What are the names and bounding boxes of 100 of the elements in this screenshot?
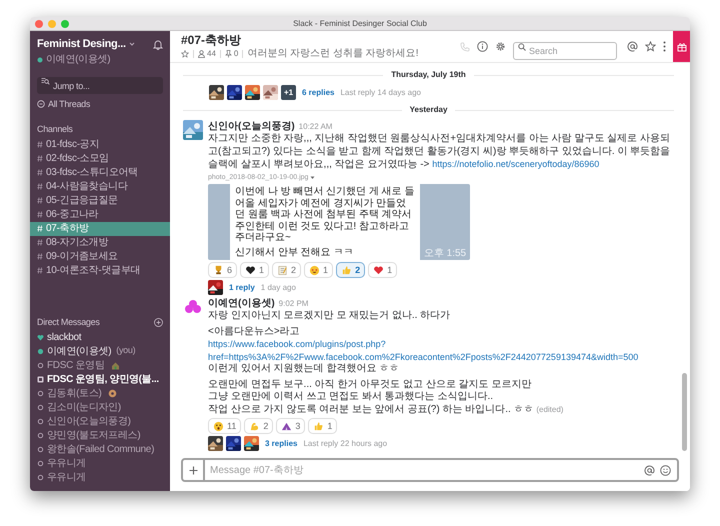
- reaction-button[interactable]: 2: [272, 262, 302, 278]
- channel-item[interactable]: 03-fdsc-스튜디오어택: [30, 166, 170, 180]
- add-icon[interactable]: [154, 318, 163, 327]
- channel-item[interactable]: 04-사람을찾습니다: [30, 180, 170, 194]
- workspace-name[interactable]: Feminist Desing...: [37, 36, 126, 52]
- window-title: Slack - Feminist Desinger Social Club: [293, 18, 427, 30]
- heart-icon: [373, 264, 384, 276]
- hash-icon: [37, 253, 43, 260]
- author-name[interactable]: 이예연(이용셋): [208, 297, 275, 310]
- gift-icon: [676, 42, 686, 52]
- scrollbar[interactable]: [682, 373, 687, 451]
- channel-item[interactable]: 02-fdsc-소모임: [30, 152, 170, 166]
- info-icon[interactable]: [477, 41, 488, 52]
- search-field[interactable]: Search: [513, 42, 617, 60]
- mentions-icon[interactable]: [644, 464, 655, 476]
- caret-icon[interactable]: [310, 176, 316, 180]
- bell-icon[interactable]: [153, 38, 163, 50]
- chevron-down-icon[interactable]: [128, 41, 135, 48]
- search-icon: [518, 42, 526, 50]
- emoji-icon[interactable]: [660, 464, 671, 476]
- hash-icon: [37, 267, 43, 274]
- dm-item[interactable]: slackbot: [30, 330, 170, 344]
- thumbs-up-icon: [341, 264, 352, 276]
- face-icon: [213, 420, 224, 432]
- dm-item[interactable]: FDSC 운영팀, 양민영(불...: [30, 372, 170, 386]
- reaction-button[interactable]: 3: [276, 418, 306, 434]
- replies-link[interactable]: 3 replies: [265, 438, 298, 450]
- online-dot-icon: [37, 348, 44, 354]
- message-text: 이런게 있어서 지원했는데 합격했어요 ㅎㅎ: [208, 363, 400, 376]
- search-icon: [41, 77, 50, 85]
- dm-item[interactable]: 이예연(이용셋) (you): [30, 344, 170, 358]
- donut-icon: [108, 388, 117, 398]
- settings-icon[interactable]: [495, 41, 506, 52]
- away-dot-icon: [37, 460, 44, 466]
- hash-icon: [37, 239, 43, 246]
- dm-item[interactable]: 양민영(불도저프레스): [30, 428, 170, 442]
- section-label: Direct Messages: [37, 316, 100, 329]
- dm-item[interactable]: 우유니게: [30, 470, 170, 484]
- dm-item[interactable]: 왕한솔(Failed Commune): [30, 442, 170, 456]
- dm-item[interactable]: 신인아(오늘의풍경): [30, 414, 170, 428]
- dm-item[interactable]: FDSC 운영팀: [30, 358, 170, 372]
- heart-icon: [245, 264, 256, 276]
- replies-link[interactable]: 1 reply: [229, 282, 255, 294]
- jump-to-field[interactable]: Jump to...: [37, 77, 163, 94]
- pin-count-text: 0: [234, 48, 238, 60]
- arm-icon: [249, 420, 260, 432]
- smiley-icon: [309, 264, 320, 276]
- replies-link[interactable]: 6 replies: [302, 86, 334, 98]
- reaction-button[interactable]: 2: [336, 262, 366, 278]
- channel-item[interactable]: 06-중고나라: [30, 208, 170, 222]
- dm-item[interactable]: 우유니게: [30, 456, 170, 470]
- date-divider-label: Thursday, July 19th: [390, 69, 467, 81]
- pin-count[interactable]: 0: [224, 48, 238, 60]
- hash-icon: [37, 155, 43, 162]
- away-dot-icon: [37, 432, 44, 438]
- channel-item[interactable]: 09-이거좀보세요: [30, 250, 170, 264]
- message-link[interactable]: https://notefolio.net/sceneryoftoday/86960: [432, 159, 600, 169]
- message-field[interactable]: Message #07-축하방: [205, 462, 644, 478]
- reaction-button[interactable]: 11: [208, 418, 242, 434]
- channel-item[interactable]: 01-fdsc-공지: [30, 138, 170, 152]
- threads-icon: [37, 100, 45, 108]
- channel-item[interactable]: 08-자기소개방: [30, 236, 170, 250]
- image-attachment[interactable]: 이번에 나 방 빼면서 신기했던 게 새로 들어올 세입자가 예전에 경지씨가 만들었던 원룸 백과 사전에 첨부된 주택 계약서 주인한테 이런 것도 있다고! 참고하라고 주더라구요~ 신기해서 안부 전해요 ㅋㅋ 오후 1:55: [208, 184, 470, 260]
- away-dot-icon: [37, 390, 44, 396]
- channel-topic: 여러분의 자랑스런 성취를 자랑하세요!: [247, 48, 418, 60]
- reaction-button[interactable]: 1: [240, 262, 270, 278]
- star-icon[interactable]: [645, 41, 656, 52]
- message-composer[interactable]: Message #07-축하방: [181, 458, 679, 482]
- reaction-button[interactable]: 1: [304, 262, 334, 278]
- channel-item[interactable]: 07-축하방: [30, 222, 170, 236]
- message-link[interactable]: https://www.facebook.com/plugins/post.php? href=https%3A%2F%2Fwww.facebook.com%2Fkoreacontent%2Fposts%2F2442077259139474&width=500: [208, 338, 674, 363]
- gift-button[interactable]: [673, 31, 690, 62]
- hash-icon: [37, 169, 43, 176]
- attachment-time: 오후 1:55: [424, 248, 466, 259]
- member-count[interactable]: 44: [198, 48, 216, 60]
- edited-label: (edited): [536, 404, 564, 414]
- heart-icon: [37, 334, 44, 340]
- reaction-button[interactable]: 1: [368, 262, 398, 278]
- reaction-button[interactable]: 2: [244, 418, 274, 434]
- hash-icon: [37, 141, 43, 148]
- away-dot-icon: [37, 404, 44, 410]
- thumbs-up-icon: [313, 420, 324, 432]
- hash-icon: [37, 183, 43, 190]
- dm-item[interactable]: 김동휘(토스): [30, 386, 170, 400]
- channel-item[interactable]: 10-여론조작-댓글부대: [30, 264, 170, 278]
- star-icon[interactable]: [181, 50, 189, 58]
- channel-item[interactable]: 05-긴급응급질문: [30, 194, 170, 208]
- dm-item[interactable]: 김소미(눈디자인): [30, 400, 170, 414]
- pin-icon: [224, 50, 232, 58]
- more-icon[interactable]: [663, 41, 666, 52]
- away-dot-icon: [37, 418, 44, 424]
- reaction-button[interactable]: 6: [208, 262, 238, 278]
- person-icon: [198, 50, 205, 58]
- hash-icon: [37, 197, 43, 204]
- reaction-button[interactable]: 1: [308, 418, 338, 434]
- all-threads-link[interactable]: All Threads: [30, 98, 170, 111]
- thread-meta: Last reply 14 days ago: [340, 86, 421, 98]
- you-label: (you): [116, 344, 136, 358]
- author-name[interactable]: 신인아(오늘의풍경): [208, 120, 295, 133]
- mentions-icon[interactable]: [627, 41, 638, 52]
